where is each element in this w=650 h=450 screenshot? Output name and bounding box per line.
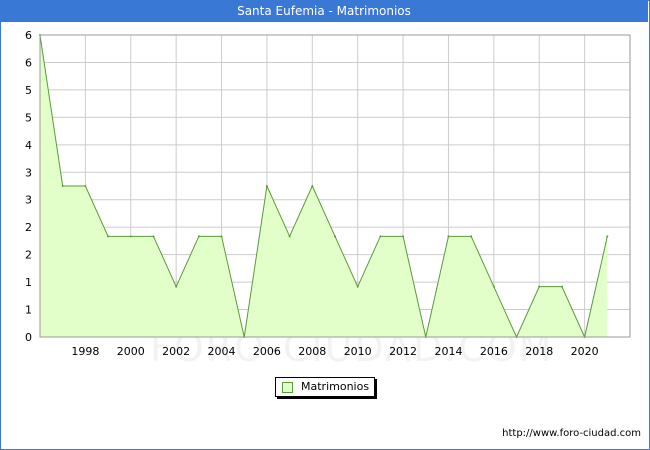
y-tick-label: 1 bbox=[25, 304, 32, 317]
y-tick-label: 5 bbox=[25, 84, 32, 97]
x-tick-label: 2016 bbox=[480, 345, 508, 358]
data-point bbox=[447, 235, 450, 238]
data-point bbox=[129, 235, 132, 238]
data-point bbox=[356, 285, 359, 288]
x-axis-ticks: 1998 2000 2002 2004 2006 2008 2010 2012 2014 2016… bbox=[71, 345, 598, 358]
y-tick-label: 5 bbox=[25, 111, 32, 124]
data-point bbox=[560, 285, 563, 288]
series-area-fill bbox=[40, 35, 608, 337]
data-point bbox=[197, 235, 200, 238]
data-point bbox=[107, 235, 110, 238]
data-point bbox=[379, 235, 382, 238]
data-point bbox=[152, 235, 155, 238]
data-point bbox=[470, 235, 473, 238]
data-point bbox=[175, 285, 178, 288]
legend-swatch bbox=[282, 382, 293, 393]
data-point bbox=[538, 285, 541, 288]
y-tick-label: 6 bbox=[25, 56, 32, 69]
series-area bbox=[39, 34, 609, 339]
y-axis-ticks: 0 1 1 2 2 3 3 4 5 5 6 6 bbox=[25, 29, 32, 344]
y-tick-label: 1 bbox=[25, 276, 32, 289]
data-point bbox=[492, 285, 495, 288]
x-tick-label: 2012 bbox=[389, 345, 417, 358]
x-tick-label: 2000 bbox=[117, 345, 145, 358]
legend-label: Matrimonios bbox=[301, 380, 370, 393]
y-tick-label: 2 bbox=[25, 221, 32, 234]
y-tick-label: 6 bbox=[25, 29, 32, 42]
data-point bbox=[220, 235, 223, 238]
data-point bbox=[402, 235, 405, 238]
y-tick-label: 2 bbox=[25, 249, 32, 262]
x-tick-label: 2006 bbox=[253, 345, 281, 358]
data-point bbox=[606, 235, 609, 238]
data-point bbox=[265, 185, 268, 187]
x-tick-label: 2008 bbox=[298, 345, 326, 358]
data-point bbox=[288, 235, 291, 238]
x-tick-label: 2004 bbox=[208, 345, 236, 358]
x-tick-label: 2018 bbox=[525, 345, 553, 358]
area-chart: 0 1 1 2 2 3 3 4 5 5 6 6 1998 2000 2002 2004 2006 2008 201… bbox=[25, 29, 631, 358]
y-tick-label: 3 bbox=[25, 166, 32, 179]
y-tick-label: 3 bbox=[25, 194, 32, 207]
x-tick-label: 2010 bbox=[344, 345, 372, 358]
y-tick-label: 0 bbox=[25, 331, 32, 344]
x-tick-label: 1998 bbox=[71, 345, 99, 358]
legend: Matrimonios bbox=[275, 377, 375, 397]
y-tick-label: 4 bbox=[25, 139, 32, 152]
data-point bbox=[61, 185, 64, 187]
x-tick-label: 2002 bbox=[162, 345, 190, 358]
x-tick-label: 2020 bbox=[571, 345, 599, 358]
source-url: http://www.foro-ciudad.com bbox=[502, 428, 641, 439]
x-tick-label: 2014 bbox=[434, 345, 462, 358]
data-point bbox=[84, 185, 87, 187]
data-point bbox=[334, 235, 336, 238]
data-point bbox=[311, 185, 314, 187]
